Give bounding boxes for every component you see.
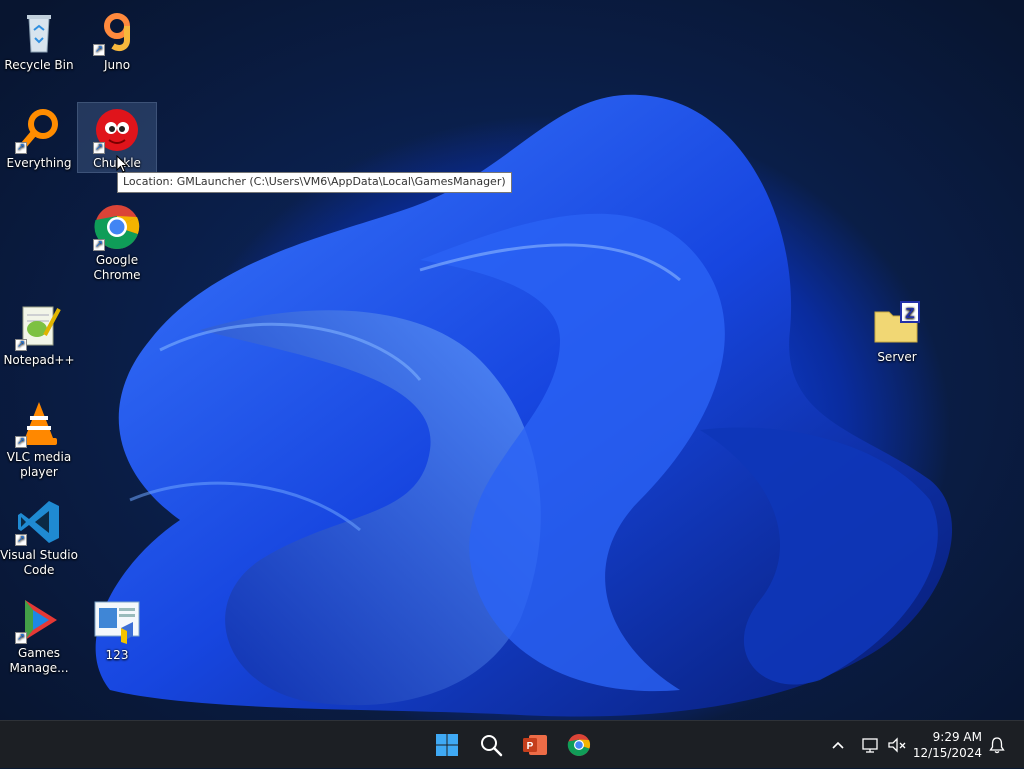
volume-button[interactable]: [884, 721, 910, 769]
shortcut-arrow-icon: ↗: [93, 142, 105, 154]
juno-shortcut[interactable]: ↗ Juno: [78, 8, 156, 73]
games-manager-label-line1: Games: [18, 646, 60, 660]
chrome-label-line1: Google: [95, 253, 139, 267]
shortcut-arrow-icon: ↗: [15, 436, 27, 448]
powerpoint-taskbar-button[interactable]: P: [519, 729, 551, 761]
notepadpp-icon: ↗: [15, 303, 63, 351]
windows-start-icon: [436, 734, 458, 756]
everything-shortcut[interactable]: ↗ Everything: [0, 106, 78, 171]
everything-icon: ↗: [15, 106, 63, 154]
clock-time: 9:29 AM: [932, 730, 982, 744]
games-manager-icon: ↗: [15, 596, 63, 644]
file-123-label: 123: [105, 648, 129, 662]
taskbar: P 9:29 AM 12/15/2024: [0, 720, 1024, 768]
powerpoint-icon: P: [523, 735, 547, 755]
location-tooltip: Location: GMLauncher (C:\Users\VM6\AppDa…: [117, 172, 512, 193]
network-status-button[interactable]: [857, 721, 883, 769]
svg-text:Z: Z: [905, 305, 914, 322]
google-chrome-shortcut[interactable]: ↗ Google Chrome: [78, 203, 156, 283]
svg-text:P: P: [527, 741, 534, 752]
vlc-icon: ↗: [15, 400, 63, 448]
mouse-cursor-icon: [116, 155, 128, 173]
vscode-shortcut[interactable]: ↗ Visual Studio Code: [0, 498, 78, 578]
chuckle-icon: ↗: [93, 106, 141, 154]
shortcut-arrow-icon: ↗: [15, 339, 27, 351]
vlc-label-line1: VLC media: [6, 450, 72, 464]
chrome-taskbar-button[interactable]: [563, 729, 595, 761]
games-manager-shortcut[interactable]: ↗ Games Manage...: [0, 596, 78, 676]
games-manager-label-line2: Manage...: [9, 661, 69, 675]
chrome-label-line2: Chrome: [93, 268, 141, 282]
juno-label: Juno: [103, 58, 131, 72]
recycle-bin-icon: [15, 8, 63, 56]
juno-icon: ↗: [93, 8, 141, 56]
chrome-icon: [567, 734, 591, 756]
vscode-label-line2: Code: [23, 563, 55, 577]
folder-zip-icon: Z: [873, 300, 921, 348]
volume-muted-icon: [888, 737, 906, 753]
search-button[interactable]: [475, 729, 507, 761]
notifications-button[interactable]: [985, 721, 1009, 769]
notepadpp-shortcut[interactable]: ↗ Notepad++: [0, 303, 78, 368]
shortcut-arrow-icon: ↗: [15, 534, 27, 546]
notepadpp-label: Notepad++: [3, 353, 75, 367]
shortcut-arrow-icon: ↗: [93, 239, 105, 251]
network-icon: [862, 738, 878, 753]
shortcut-arrow-icon: ↗: [15, 142, 27, 154]
recycle-bin-label: Recycle Bin: [4, 58, 74, 72]
shortcut-arrow-icon: ↗: [93, 44, 105, 56]
clock-date: 12/15/2024: [912, 746, 982, 760]
server-label: Server: [877, 350, 917, 364]
recycle-bin-shortcut[interactable]: Recycle Bin: [0, 8, 78, 73]
show-hidden-icons-button[interactable]: [826, 721, 850, 769]
chrome-icon: ↗: [93, 203, 141, 251]
vscode-label-line1: Visual Studio: [0, 548, 78, 562]
vlc-label-line2: player: [20, 465, 58, 479]
document-file-icon: [93, 598, 141, 646]
everything-label: Everything: [6, 156, 72, 170]
vlc-shortcut[interactable]: ↗ VLC media player: [0, 400, 78, 480]
search-icon: [481, 735, 503, 757]
desktop[interactable]: Recycle Bin ↗ Juno ↗ Everything ↗ ↗ Goog…: [0, 0, 1024, 720]
server-folder[interactable]: Z Server: [858, 300, 936, 365]
start-button[interactable]: [431, 729, 463, 761]
clock[interactable]: 9:29 AM 12/15/2024: [913, 729, 982, 761]
bell-icon: [989, 737, 1005, 754]
shortcut-arrow-icon: ↗: [15, 632, 27, 644]
file-123[interactable]: 123: [78, 598, 156, 663]
chevron-up-icon: [832, 741, 844, 749]
vscode-icon: ↗: [15, 498, 63, 546]
